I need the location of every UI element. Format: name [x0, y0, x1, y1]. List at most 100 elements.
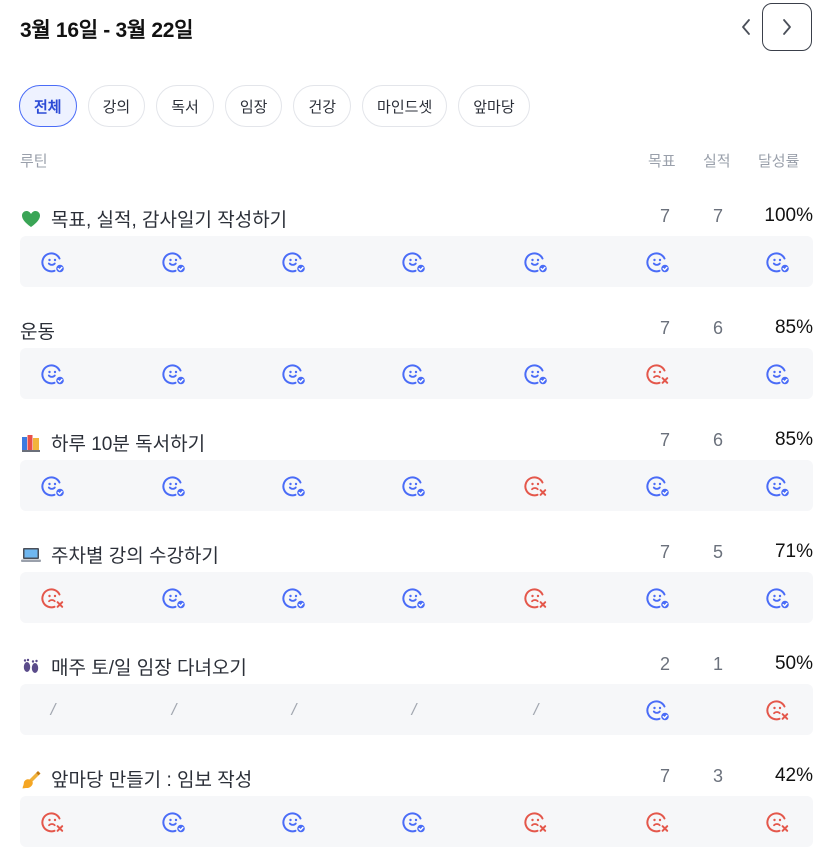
chip-site-visit[interactable]: 임장 — [224, 85, 283, 127]
chip-health[interactable]: 건강 — [293, 85, 352, 127]
chip-all[interactable]: 전체 — [19, 85, 77, 127]
day-status-done[interactable] — [638, 236, 678, 287]
day-status-not-scheduled: / — [274, 684, 314, 735]
routine-summary: 운동 7 6 85% — [20, 308, 813, 348]
prev-week-button[interactable] — [732, 10, 760, 44]
day-status-done[interactable] — [394, 348, 434, 399]
routine-row[interactable]: 하루 10분 독서하기 7 6 85% — [20, 420, 813, 511]
routine-title: 주차별 강의 수강하기 — [20, 541, 219, 568]
smile-check-icon — [646, 587, 669, 608]
day-status-done[interactable] — [638, 460, 678, 511]
smile-check-icon — [402, 475, 425, 496]
smile-check-icon — [282, 811, 305, 832]
day-status-missed[interactable] — [638, 348, 678, 399]
routine-rate: 100% — [764, 205, 813, 226]
routine-row[interactable]: 매주 토/일 임장 다녀오기 2 1 50% / / / / / — [20, 644, 813, 735]
day-status-missed[interactable] — [638, 796, 678, 847]
not-scheduled-mark: / — [50, 699, 56, 719]
day-status-done[interactable] — [154, 236, 194, 287]
green-heart-icon — [20, 208, 42, 230]
routine-title-text: 운동 — [20, 322, 55, 343]
routine-title: 하루 10분 독서하기 — [20, 429, 205, 456]
chip-mindset[interactable]: 마인드셋 — [362, 85, 448, 127]
day-status-done[interactable] — [274, 236, 314, 287]
day-status-missed[interactable] — [33, 796, 73, 847]
chip-lecture[interactable]: 강의 — [87, 85, 146, 127]
day-status-done[interactable] — [154, 796, 194, 847]
day-status-done[interactable] — [154, 348, 194, 399]
routine-row[interactable]: 앞마당 만들기 : 임보 작성 7 3 42% — [20, 756, 813, 847]
routine-row[interactable]: 목표, 실적, 감사일기 작성하기 7 7 100% — [20, 196, 813, 287]
routine-title: 운동 — [20, 317, 55, 344]
day-status-missed[interactable] — [758, 796, 798, 847]
routine-title-text: 앞마당 만들기 : 임보 작성 — [51, 770, 253, 791]
day-status-not-scheduled: / — [154, 684, 194, 735]
day-status-not-scheduled: / — [394, 684, 434, 735]
day-status-done[interactable] — [516, 236, 556, 287]
books-icon — [20, 432, 42, 454]
day-status-missed[interactable] — [516, 572, 556, 623]
day-status-done[interactable] — [154, 460, 194, 511]
day-status-done[interactable] — [33, 348, 73, 399]
routine-rate: 85% — [774, 429, 813, 450]
day-status-done[interactable] — [274, 572, 314, 623]
smile-check-icon — [162, 363, 185, 384]
routine-title-text: 주차별 강의 수강하기 — [51, 546, 219, 567]
day-status-done[interactable] — [33, 236, 73, 287]
category-filter-chips: 전체 강의 독서 임장 건강 마인드셋 앞마당 — [19, 85, 530, 127]
routine-actual: 7 — [712, 206, 723, 226]
day-status-done[interactable] — [274, 460, 314, 511]
routine-title: 앞마당 만들기 : 임보 작성 — [20, 765, 252, 792]
routine-goal: 7 — [659, 766, 670, 786]
sad-x-icon — [524, 475, 547, 496]
smile-check-icon — [646, 251, 669, 272]
day-status-done[interactable] — [274, 796, 314, 847]
weekday-status-bar — [20, 348, 813, 399]
day-status-missed[interactable] — [516, 460, 556, 511]
day-status-done[interactable] — [758, 348, 798, 399]
routine-row[interactable]: 운동 7 6 85% — [20, 308, 813, 399]
sad-x-icon — [41, 811, 64, 832]
column-header-goal: 목표 — [648, 153, 676, 170]
day-status-done[interactable] — [758, 572, 798, 623]
day-status-done[interactable] — [274, 348, 314, 399]
day-status-missed[interactable] — [516, 796, 556, 847]
smile-check-icon — [402, 587, 425, 608]
day-status-missed[interactable] — [758, 684, 798, 735]
day-status-missed[interactable] — [33, 572, 73, 623]
smile-check-icon — [162, 587, 185, 608]
chip-reading[interactable]: 독서 — [156, 85, 214, 127]
day-status-done[interactable] — [394, 572, 434, 623]
routine-title: 목표, 실적, 감사일기 작성하기 — [20, 205, 287, 232]
day-status-done[interactable] — [394, 236, 434, 287]
sad-x-icon — [646, 811, 669, 832]
smile-check-icon — [402, 251, 425, 272]
chip-front-yard[interactable]: 앞마당 — [458, 85, 530, 127]
next-week-button[interactable] — [762, 3, 812, 51]
sad-x-icon — [41, 587, 64, 608]
day-status-done[interactable] — [394, 460, 434, 511]
day-status-done[interactable] — [638, 572, 678, 623]
routine-summary: 매주 토/일 임장 다녀오기 2 1 50% — [20, 644, 813, 684]
day-status-done[interactable] — [394, 796, 434, 847]
chevron-left-icon — [742, 19, 750, 35]
routine-row[interactable]: 주차별 강의 수강하기 7 5 71% — [20, 532, 813, 623]
day-status-done[interactable] — [758, 236, 798, 287]
day-status-done[interactable] — [758, 460, 798, 511]
sad-x-icon — [766, 811, 789, 832]
day-status-done[interactable] — [516, 348, 556, 399]
day-status-done[interactable] — [33, 460, 73, 511]
column-header-rate: 달성률 — [758, 153, 800, 170]
routine-actual: 3 — [712, 766, 723, 786]
not-scheduled-mark: / — [171, 699, 177, 719]
day-status-done[interactable] — [638, 684, 678, 735]
smile-check-icon — [402, 811, 425, 832]
chevron-right-icon — [783, 19, 791, 35]
smile-check-icon — [402, 363, 425, 384]
not-scheduled-mark: / — [291, 699, 297, 719]
laptop-icon — [20, 544, 42, 566]
day-status-done[interactable] — [154, 572, 194, 623]
smile-check-icon — [282, 587, 305, 608]
not-scheduled-mark: / — [411, 699, 417, 719]
column-header-actual: 실적 — [703, 153, 731, 170]
